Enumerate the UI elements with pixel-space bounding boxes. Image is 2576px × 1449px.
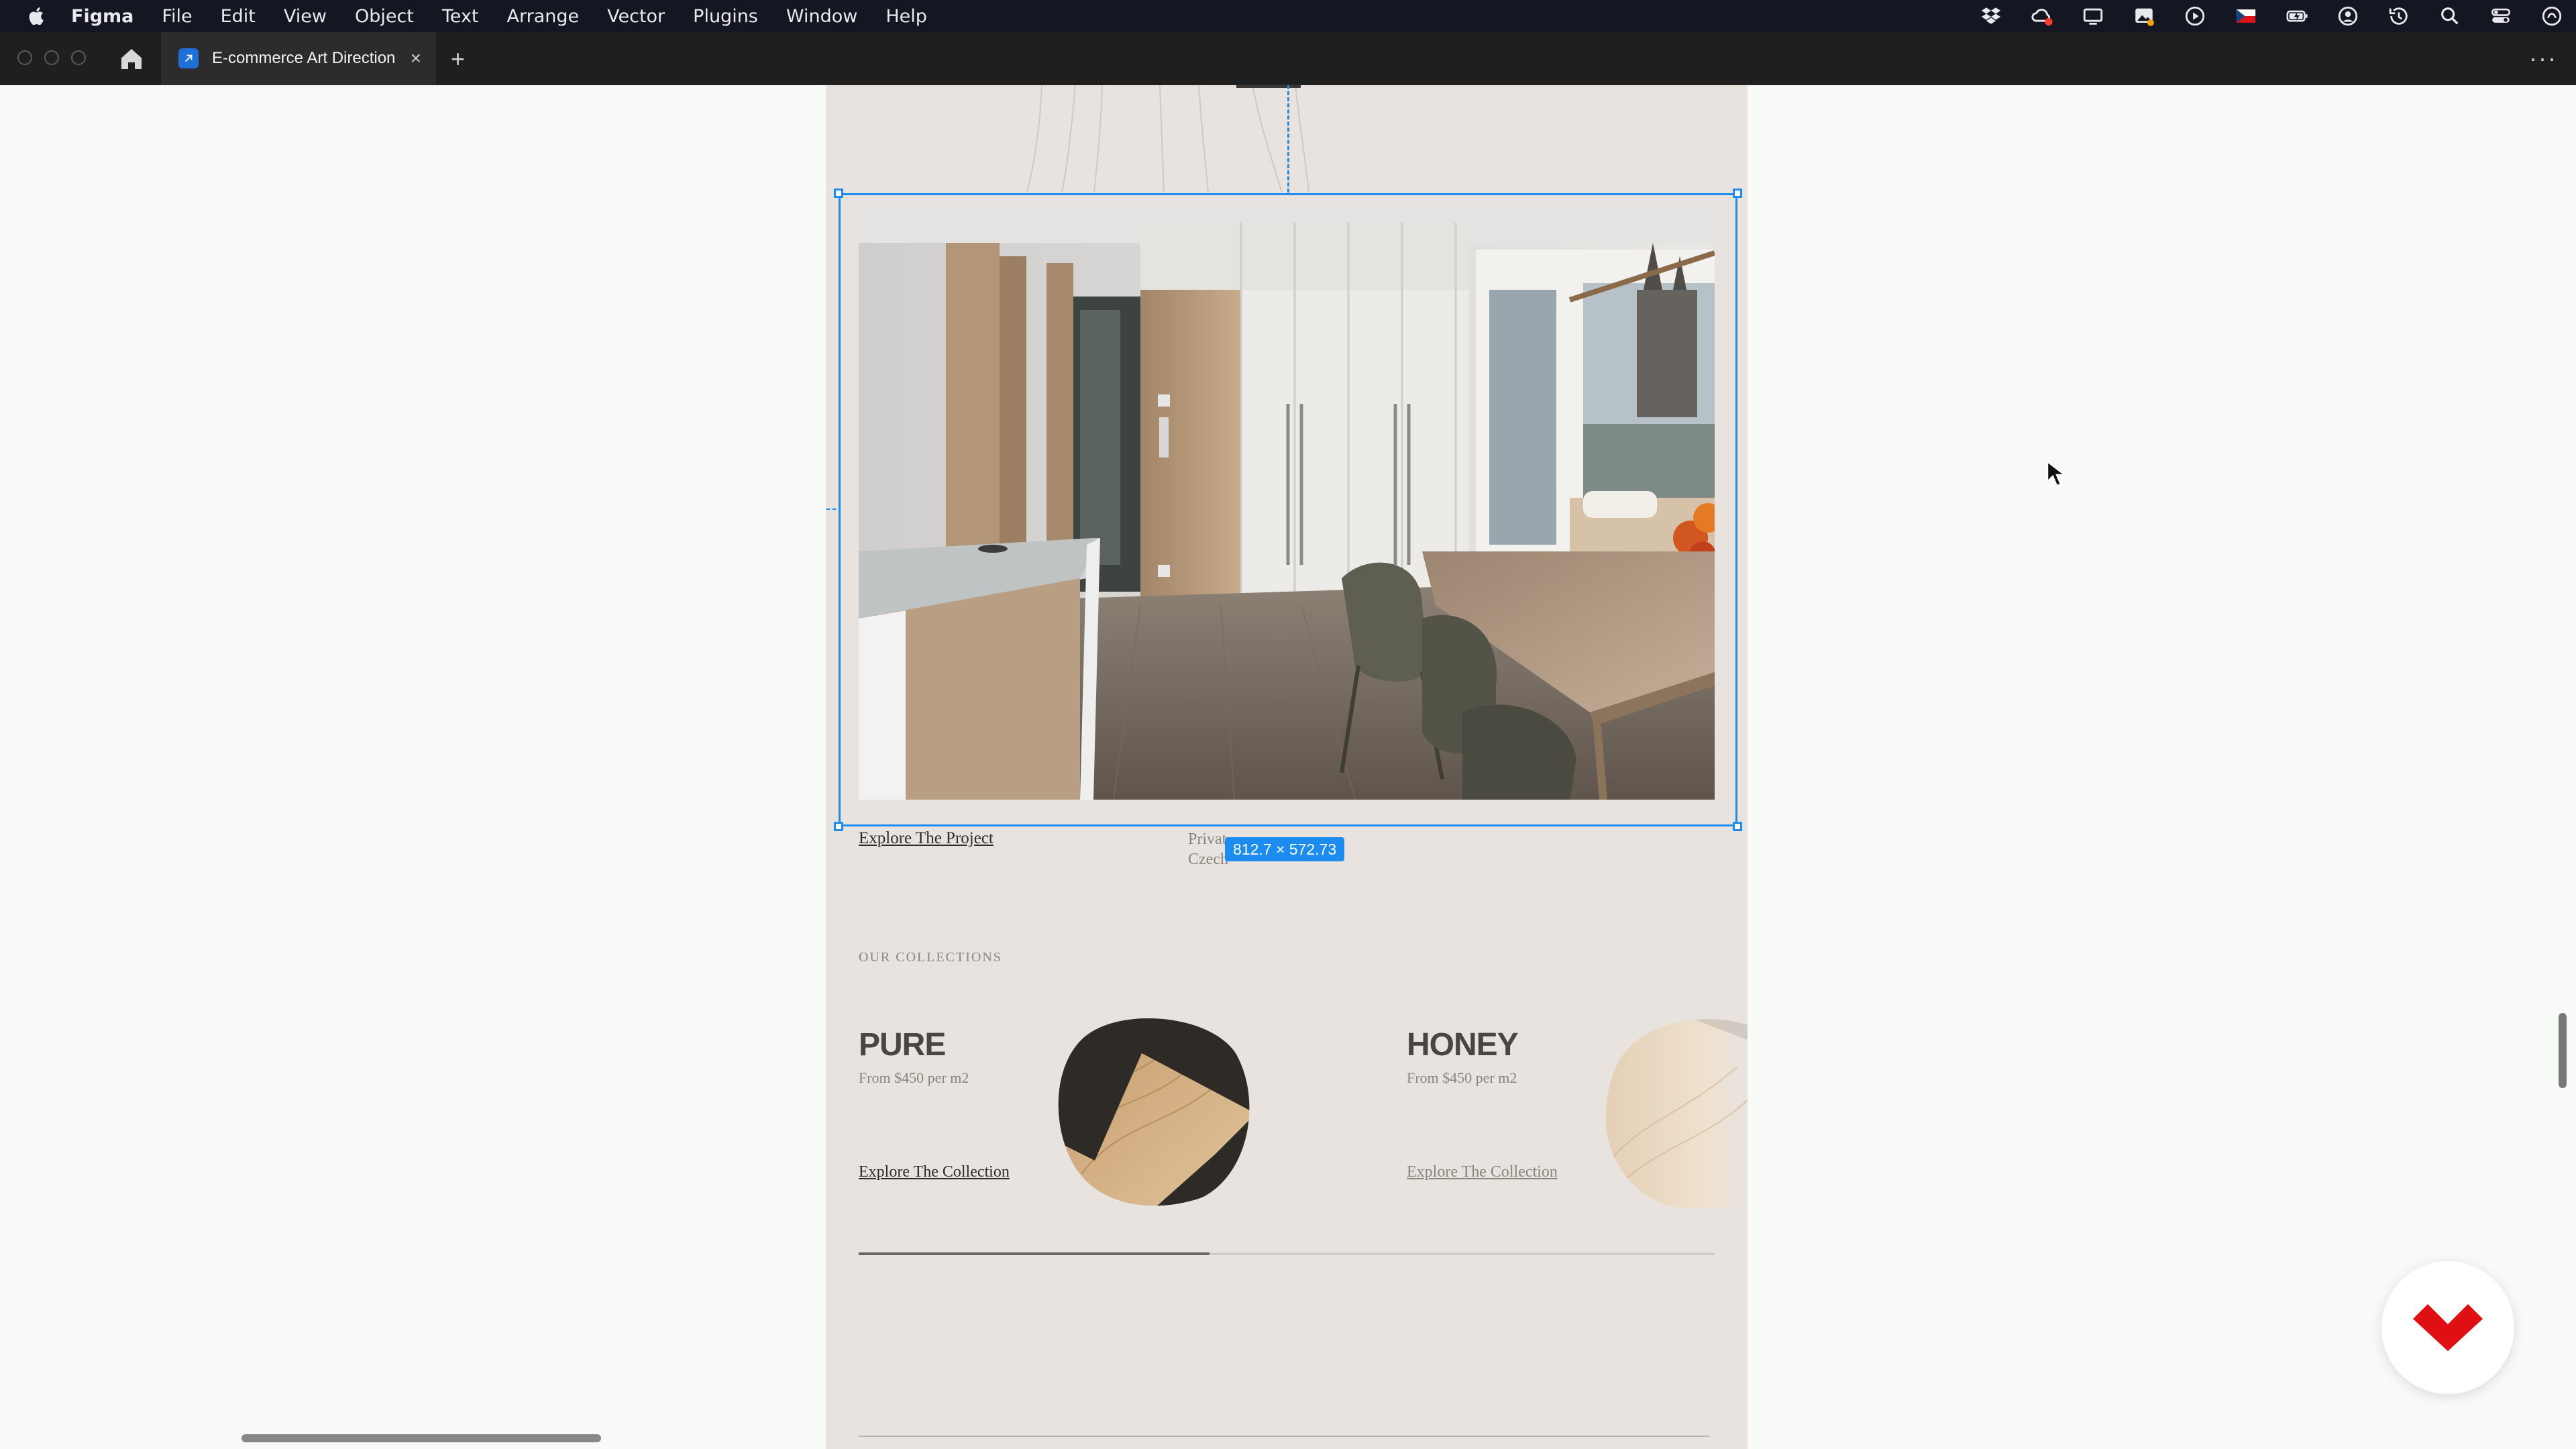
explore-project-link[interactable]: Explore The Project xyxy=(859,829,994,848)
carousel-progress-fill xyxy=(859,1252,1210,1255)
collection-price-honey: From $450 per m2 xyxy=(1407,1069,1517,1086)
project-caption-line2: Czech xyxy=(1188,851,1228,868)
menu-file[interactable]: File xyxy=(162,6,192,27)
menu-app-name[interactable]: Figma xyxy=(71,6,133,27)
collection-price-pure: From $450 per m2 xyxy=(859,1069,969,1086)
resize-handle-bottom-left[interactable] xyxy=(834,822,843,831)
display-icon[interactable] xyxy=(2081,4,2105,28)
resize-handle-top-right[interactable] xyxy=(1733,189,1742,198)
creative-cloud-icon[interactable] xyxy=(2030,4,2054,28)
project-caption-line1: Privat xyxy=(1188,830,1227,848)
vertical-scrollbar[interactable] xyxy=(2559,1013,2567,1088)
project-caption: Privat Czech xyxy=(1188,829,1228,869)
status-icons xyxy=(1952,4,2564,28)
honey-wood-swatch[interactable] xyxy=(1603,1013,1748,1208)
control-center-icon[interactable] xyxy=(2489,4,2513,28)
dropbox-icon[interactable] xyxy=(1979,4,2003,28)
carousel-progress-track[interactable] xyxy=(859,1252,1715,1255)
selection-box[interactable] xyxy=(839,193,1737,826)
collections-section-label: OUR COLLECTIONS xyxy=(859,950,1002,965)
home-icon[interactable] xyxy=(118,46,145,72)
photos-icon[interactable] xyxy=(2132,4,2156,28)
mouse-pointer-icon xyxy=(2046,460,2068,487)
tab-ecommerce-art-direction[interactable]: E-commerce Art Direction × xyxy=(161,32,436,85)
pendant-lamp-lines xyxy=(1026,85,1309,193)
menu-view[interactable]: View xyxy=(284,6,327,27)
user-icon[interactable] xyxy=(2336,4,2360,28)
resize-handle-top-left[interactable] xyxy=(834,189,843,198)
tab-bar: E-commerce Art Direction × + ··· xyxy=(0,32,2576,85)
close-tab-icon[interactable]: × xyxy=(411,48,421,69)
pure-wood-swatch[interactable] xyxy=(1055,1013,1256,1208)
menu-window[interactable]: Window xyxy=(786,6,857,27)
selection-size-badge: 812.7 × 572.73 xyxy=(1225,837,1345,861)
time-machine-icon[interactable] xyxy=(2387,4,2411,28)
figma-file-icon xyxy=(178,48,199,68)
menu-edit[interactable]: Edit xyxy=(221,6,256,27)
play-icon[interactable] xyxy=(2183,4,2207,28)
floating-widget-button[interactable] xyxy=(2381,1261,2514,1394)
battery-icon[interactable] xyxy=(2285,4,2309,28)
tab-label: E-commerce Art Direction xyxy=(212,49,396,67)
apple-icon[interactable] xyxy=(25,5,48,28)
explore-collection-pure-link[interactable]: Explore The Collection xyxy=(859,1163,1010,1181)
menu-arrange[interactable]: Arrange xyxy=(507,6,580,27)
siri-icon[interactable] xyxy=(2540,4,2564,28)
menu-help[interactable]: Help xyxy=(885,6,927,27)
collection-title-honey: HONEY xyxy=(1407,1027,1519,1063)
menu-plugins[interactable]: Plugins xyxy=(693,6,758,27)
measure-guide-vertical xyxy=(1287,85,1289,193)
zoom-window-button[interactable] xyxy=(71,50,86,65)
menu-bar: Figma File Edit View Object Text Arrange… xyxy=(0,0,2576,32)
more-options-button[interactable]: ··· xyxy=(2529,46,2557,70)
measure-guide-left xyxy=(826,508,836,510)
close-window-button[interactable] xyxy=(17,50,32,65)
red-chevron-logo-icon xyxy=(2413,1304,2483,1351)
menu-text[interactable]: Text xyxy=(442,6,479,27)
section-divider xyxy=(859,1436,1709,1437)
collection-title-pure: PURE xyxy=(859,1027,946,1063)
new-tab-button[interactable]: + xyxy=(451,46,465,72)
menu-object[interactable]: Object xyxy=(355,6,414,27)
horizontal-scrollbar[interactable] xyxy=(241,1434,601,1442)
menu-vector[interactable]: Vector xyxy=(607,6,665,27)
resize-handle-bottom-right[interactable] xyxy=(1733,822,1742,831)
czech-flag-icon[interactable] xyxy=(2234,4,2258,28)
search-icon[interactable] xyxy=(2438,4,2462,28)
explore-collection-honey-link[interactable]: Explore The Collection xyxy=(1407,1163,1558,1181)
minimize-window-button[interactable] xyxy=(44,50,59,65)
